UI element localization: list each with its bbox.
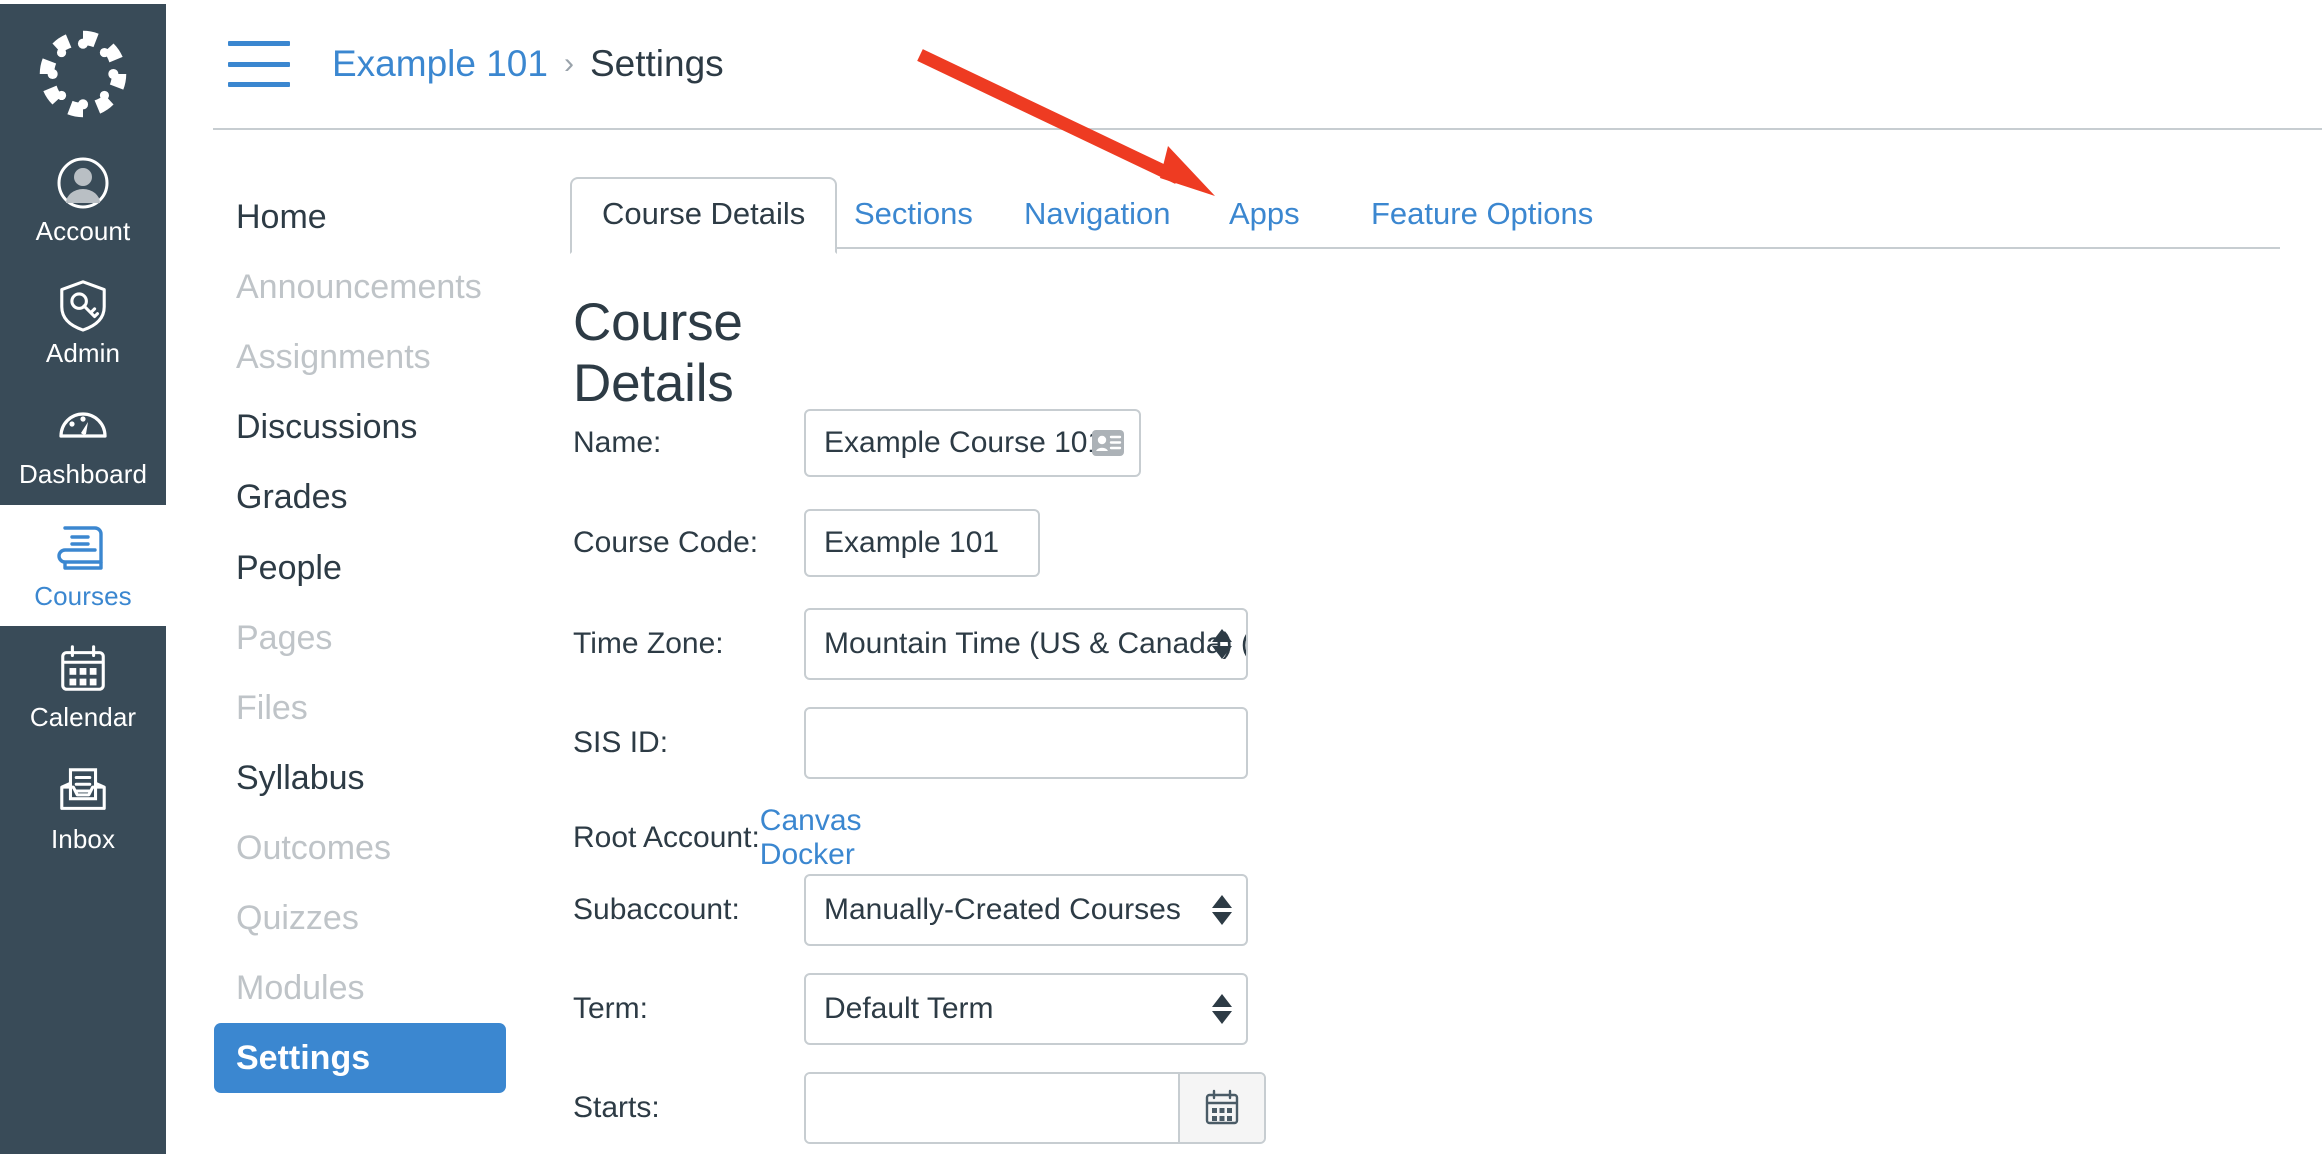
breadcrumb: Example 101 › Settings	[332, 43, 724, 85]
settings-tabs: Course Details Sections Navigation Apps …	[570, 177, 2280, 254]
sis-id-label: SIS ID:	[573, 726, 669, 759]
chevron-updown-icon	[1212, 629, 1232, 659]
course-nav-item-files[interactable]: Files	[214, 673, 506, 743]
sis-id-input[interactable]	[804, 707, 1248, 779]
global-nav-label: Dashboard	[18, 459, 148, 490]
tab-course-details[interactable]: Course Details	[570, 177, 838, 254]
global-nav-label: Courses	[34, 580, 132, 611]
course-nav-item-grades[interactable]: Grades	[214, 462, 506, 532]
course-nav-item-discussions[interactable]: Discussions	[214, 392, 506, 462]
chevron-updown-icon	[1212, 895, 1232, 925]
global-nav-item-inbox[interactable]: Inbox	[0, 748, 166, 870]
course-nav-item-people[interactable]: People	[214, 533, 506, 603]
canvas-logo[interactable]	[35, 26, 131, 122]
time-zone-select-value: Mountain Time (US & Canada) (	[824, 627, 1248, 660]
course-code-label: Course Code:	[573, 526, 759, 559]
root-account-link[interactable]: Canvas Docker	[760, 804, 906, 872]
root-account-control: Canvas Docker	[760, 804, 906, 872]
starts-label: Starts:	[573, 1091, 660, 1124]
course-nav-item-quizzes[interactable]: Quizzes	[214, 883, 506, 953]
user-circle-icon	[54, 154, 112, 212]
header-divider	[213, 128, 2322, 130]
course-nav-item-announcements[interactable]: Announcements	[214, 252, 506, 322]
starts-input[interactable]	[806, 1074, 1178, 1142]
global-nav-item-calendar[interactable]: Calendar	[0, 626, 166, 748]
subaccount-select[interactable]: Manually-Created Courses	[804, 874, 1248, 946]
course-nav-item-assignments[interactable]: Assignments	[214, 322, 506, 392]
breadcrumb-bar: Example 101 › Settings	[166, 0, 2322, 128]
sis-id-control	[804, 707, 1248, 779]
course-nav-item-settings[interactable]: Settings	[214, 1023, 506, 1094]
subaccount-control: Manually-Created Courses	[804, 874, 1248, 946]
course-code-input[interactable]: Example 101	[804, 509, 1040, 577]
name-input[interactable]: Example Course 101	[804, 409, 1141, 477]
name-label: Name:	[573, 426, 662, 459]
breadcrumb-course-link[interactable]: Example 101	[332, 43, 548, 85]
calendar-icon	[54, 640, 112, 698]
subaccount-select-value: Manually-Created Courses	[824, 893, 1181, 926]
global-navigation: Account Admin Dashboard Courses Calendar…	[0, 0, 166, 1154]
page-title: Course Details	[573, 293, 743, 413]
course-nav-item-syllabus[interactable]: Syllabus	[214, 743, 506, 813]
root-account-label: Root Account:	[573, 821, 760, 854]
starts-control	[804, 1072, 1266, 1144]
name-control: Example Course 101	[804, 409, 1141, 477]
hamburger-line	[228, 82, 290, 87]
breadcrumb-current: Settings	[589, 43, 724, 84]
hamburger-icon[interactable]	[228, 41, 290, 87]
tab-sections[interactable]: Sections	[828, 177, 999, 252]
global-nav-label: Inbox	[50, 823, 116, 854]
global-nav-item-courses[interactable]: Courses	[0, 504, 166, 627]
chevron-updown-icon	[1212, 994, 1232, 1024]
breadcrumb-separator: ›	[563, 47, 574, 80]
top-edge-strip	[0, 0, 2322, 4]
time-zone-label: Time Zone:	[573, 627, 724, 660]
subaccount-label: Subaccount:	[573, 893, 740, 926]
global-nav-item-dashboard[interactable]: Dashboard	[0, 383, 166, 505]
shield-key-icon	[54, 276, 112, 334]
time-zone-select[interactable]: Mountain Time (US & Canada) (	[804, 608, 1248, 680]
global-nav-label: Account	[35, 216, 131, 246]
inbox-icon	[54, 762, 112, 820]
course-nav-item-pages[interactable]: Pages	[214, 603, 506, 673]
term-select[interactable]: Default Term	[804, 973, 1248, 1045]
course-code-control: Example 101	[804, 509, 1040, 577]
tab-navigation[interactable]: Navigation	[998, 177, 1196, 252]
term-select-value: Default Term	[824, 992, 994, 1025]
global-nav-item-admin[interactable]: Admin	[0, 262, 166, 384]
global-nav-item-account[interactable]: Account	[0, 140, 166, 262]
book-icon	[54, 519, 112, 577]
course-nav-item-home[interactable]: Home	[214, 182, 506, 252]
term-control: Default Term	[804, 973, 1248, 1045]
starts-date-group	[804, 1072, 1266, 1144]
course-nav-item-outcomes[interactable]: Outcomes	[214, 813, 506, 883]
course-navigation: Home Announcements Assignments Discussio…	[166, 130, 506, 1094]
gauge-icon	[54, 397, 112, 455]
hamburger-line	[228, 41, 290, 46]
course-code-input-value: Example 101	[824, 526, 1000, 559]
tab-apps[interactable]: Apps	[1203, 177, 1326, 252]
canvas-settings-page: Account Admin Dashboard Courses Calendar…	[0, 0, 2322, 1154]
contact-card-icon[interactable]	[1091, 429, 1125, 457]
course-nav-item-modules[interactable]: Modules	[214, 953, 506, 1023]
hamburger-line	[228, 61, 290, 67]
tab-feature-options[interactable]: Feature Options	[1345, 177, 1619, 252]
name-input-value: Example Course 101	[824, 426, 1105, 459]
global-nav-label: Admin	[45, 337, 121, 368]
time-zone-control: Mountain Time (US & Canada) (	[804, 608, 1248, 680]
starts-calendar-button[interactable]	[1178, 1074, 1264, 1142]
term-label: Term:	[573, 992, 648, 1025]
global-nav-label: Calendar	[29, 702, 137, 733]
